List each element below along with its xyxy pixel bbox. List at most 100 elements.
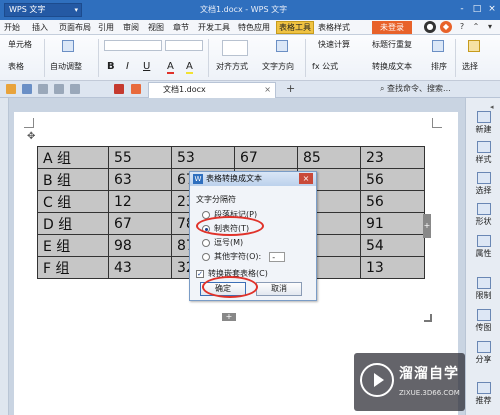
font-name-select[interactable]: [104, 40, 162, 51]
export-pdf-icon[interactable]: [38, 84, 48, 94]
command-search[interactable]: ⌕ 查找命令、搜索...: [380, 83, 490, 95]
table-cell[interactable]: 54: [360, 234, 425, 257]
font-size-select[interactable]: [165, 40, 203, 51]
docer-icon[interactable]: [131, 84, 141, 94]
sidebar-item-share[interactable]: 分享: [466, 341, 500, 365]
table-row: A 组 55 53 67 85 23: [37, 146, 425, 169]
sidebar-item-upload[interactable]: 传图: [466, 309, 500, 333]
radio-comma[interactable]: 逗号(M): [202, 237, 243, 248]
close-icon[interactable]: ×: [264, 83, 271, 97]
sidebar-item-properties[interactable]: 属性: [466, 235, 500, 259]
preview-icon[interactable]: [70, 84, 80, 94]
new-tab-button[interactable]: +: [286, 82, 295, 95]
cell-group-label[interactable]: 单元格: [8, 39, 32, 50]
menu-page-layout[interactable]: 页面布局: [59, 22, 91, 33]
sidebar-item-style[interactable]: 样式: [466, 141, 500, 165]
chevron-up-icon[interactable]: ⌃: [470, 21, 482, 33]
table-cell[interactable]: 13: [360, 256, 425, 279]
table-cell[interactable]: 56: [360, 190, 425, 213]
radio-other[interactable]: 其他字符(O): -: [202, 251, 286, 262]
auto-fit-icon[interactable]: [62, 40, 74, 52]
highlight-button[interactable]: A: [186, 61, 193, 74]
text-direction-icon[interactable]: [276, 40, 288, 52]
convert-to-text-button[interactable]: 转换成文本: [372, 61, 412, 72]
menu-home[interactable]: 开始: [4, 22, 20, 33]
sidebar-collapse-icon[interactable]: ◂: [490, 103, 494, 111]
bold-button[interactable]: B: [107, 61, 115, 72]
close-button[interactable]: ×: [486, 3, 498, 16]
menu-features[interactable]: 特色应用: [238, 22, 270, 33]
table-cell[interactable]: 56: [360, 168, 425, 191]
italic-button[interactable]: I: [126, 61, 129, 72]
table-cell[interactable]: 91: [360, 212, 425, 235]
align-icon[interactable]: [222, 40, 248, 56]
radio-icon[interactable]: [202, 252, 210, 261]
sidebar-item-new[interactable]: 新建: [466, 111, 500, 135]
cancel-button[interactable]: 取消: [256, 282, 302, 296]
underline-button[interactable]: U: [143, 61, 150, 72]
add-row-button[interactable]: +: [222, 313, 236, 321]
other-char-input[interactable]: -: [269, 251, 286, 262]
menu-view[interactable]: 视图: [148, 22, 164, 33]
sidebar-item-shape[interactable]: 形状: [466, 203, 500, 227]
help-icon[interactable]: ?: [456, 21, 468, 33]
cursor-icon[interactable]: [468, 40, 480, 52]
table-cell[interactable]: 55: [108, 146, 172, 169]
menu-review[interactable]: 审阅: [123, 22, 139, 33]
text-direction-dropdown[interactable]: 文字方向: [262, 61, 294, 72]
dialog-title-bar[interactable]: W 表格转换成文本 ×: [190, 172, 316, 186]
table-cell[interactable]: 12: [108, 190, 172, 213]
table-cell[interactable]: B 组: [37, 168, 109, 191]
tab-document[interactable]: 文档1.docx ×: [148, 82, 276, 98]
maximize-button[interactable]: □: [471, 3, 483, 16]
skin-icon[interactable]: ●: [424, 21, 436, 33]
login-button[interactable]: 未登录: [372, 21, 412, 34]
table-cell[interactable]: D 组: [37, 212, 109, 235]
checkmark-icon[interactable]: ✓: [196, 269, 204, 278]
sidebar-item-select[interactable]: 选择: [466, 172, 500, 196]
radio-icon[interactable]: [202, 238, 210, 247]
minimize-button[interactable]: -: [456, 3, 468, 16]
menu-insert[interactable]: 插入: [32, 22, 48, 33]
folder-icon[interactable]: [6, 84, 16, 94]
menu-developer[interactable]: 开发工具: [198, 22, 230, 33]
formula-button[interactable]: fx 公式: [312, 61, 338, 72]
table-cell[interactable]: 53: [171, 146, 235, 169]
wps-home-icon[interactable]: [114, 84, 124, 94]
table-dropdown[interactable]: 表格: [8, 61, 24, 72]
table-cell[interactable]: C 组: [37, 190, 109, 213]
header-repeat-button[interactable]: 标题行重复: [372, 39, 412, 50]
quick-calc-button[interactable]: 快速计算: [318, 39, 350, 50]
app-menu-button[interactable]: WPS 文字 ▾: [4, 3, 82, 17]
print-icon[interactable]: [54, 84, 64, 94]
more-icon[interactable]: ▾: [484, 21, 496, 33]
save-icon[interactable]: [22, 84, 32, 94]
gift-icon[interactable]: ◆: [440, 21, 452, 33]
table-cell[interactable]: 63: [108, 168, 172, 191]
sort-button[interactable]: 排序: [431, 61, 447, 72]
table-cell[interactable]: 85: [297, 146, 361, 169]
table-cell[interactable]: 67: [108, 212, 172, 235]
menu-chapter[interactable]: 章节: [173, 22, 189, 33]
table-cell[interactable]: A 组: [37, 146, 109, 169]
add-column-button[interactable]: +: [423, 214, 431, 238]
table-cell[interactable]: 43: [108, 256, 172, 279]
table-cell[interactable]: 23: [360, 146, 425, 169]
table-move-handle[interactable]: ✥: [27, 131, 35, 142]
align-dropdown[interactable]: 对齐方式: [216, 61, 248, 72]
table-cell[interactable]: F 组: [37, 256, 109, 279]
select-dropdown[interactable]: 选择: [462, 61, 478, 72]
menu-references[interactable]: 引用: [98, 22, 114, 33]
font-color-button[interactable]: A: [167, 61, 174, 74]
table-resize-handle[interactable]: [424, 314, 432, 322]
dialog-close-button[interactable]: ×: [299, 173, 313, 184]
auto-adjust-dropdown[interactable]: 自动调整: [50, 61, 82, 72]
menu-table-tools[interactable]: 表格工具: [276, 21, 314, 34]
menu-table-style[interactable]: 表格样式: [318, 22, 350, 33]
sidebar-item-restrict[interactable]: 限制: [466, 277, 500, 301]
sort-icon[interactable]: [432, 40, 444, 52]
sidebar-item-recommend[interactable]: 推荐: [466, 382, 500, 406]
table-cell[interactable]: 67: [234, 146, 298, 169]
table-cell[interactable]: 98: [108, 234, 172, 257]
table-cell[interactable]: E 组: [37, 234, 109, 257]
